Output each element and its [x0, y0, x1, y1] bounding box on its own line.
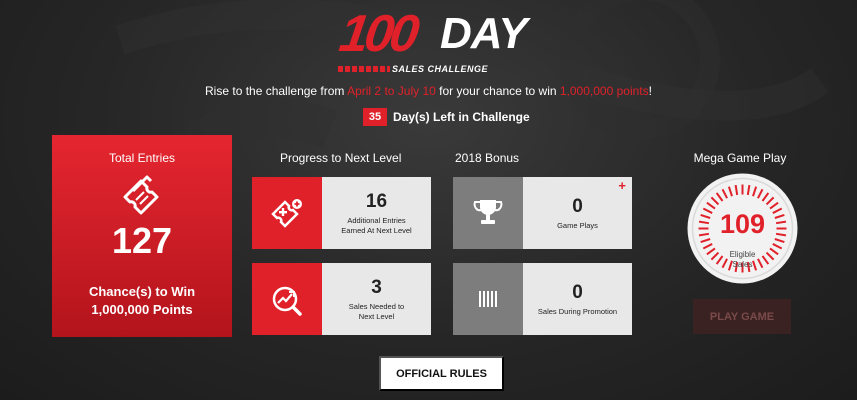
progress-heading: Progress to Next Level: [280, 151, 402, 165]
tagline-prize: 1,000,000 points: [559, 84, 649, 98]
sales-needed-label: Sales Needed to Next Level: [349, 302, 404, 322]
total-entries-title: Total Entries: [108, 151, 176, 165]
tagline-middle: for your chance to win: [435, 84, 560, 98]
barcode-icon-wrap: [453, 263, 523, 335]
eligible-sales-label-1: Eligible: [729, 250, 756, 259]
barcode-icon: [479, 291, 497, 307]
logo-subtitle: SALES CHALLENGE: [392, 64, 489, 74]
total-entries-line-2: 1,000,000 Points: [91, 302, 193, 317]
additional-entries-body: 16 Additional Entries Earned At Next Lev…: [322, 177, 431, 249]
ticket-plus-icon: [271, 199, 302, 228]
trend-search-icon-wrap: [252, 263, 322, 335]
play-game-button[interactable]: PLAY GAME: [693, 299, 791, 334]
trend-search-icon: [272, 286, 302, 316]
game-plays-value: 0: [572, 195, 583, 217]
tagline-before: Rise to the challenge from: [205, 84, 348, 98]
tagline: Rise to the challenge from April 2 to Ju…: [0, 84, 857, 98]
eligible-sales-label-2: Sales: [732, 260, 753, 269]
sales-during-promotion-value: 0: [572, 281, 583, 303]
tagline-after: !: [648, 84, 652, 98]
bonus-heading: 2018 Bonus: [455, 151, 520, 165]
total-entries-value: 127: [111, 220, 173, 261]
sales-needed-label-1: Sales Needed to: [348, 301, 405, 311]
sales-needed-label-2: Next Level: [358, 311, 395, 321]
total-entries-card: Total Entries 127 Chance(s) to Win 1,000…: [52, 135, 232, 337]
ticket-plus-icon-wrap: [252, 177, 322, 249]
eligible-sales-value: 109: [719, 209, 766, 239]
additional-entries-label-2: Earned At Next Level: [341, 225, 412, 235]
game-plays-label: Game Plays: [557, 220, 598, 230]
logo-stripes: [338, 66, 390, 72]
sales-needed-value: 3: [371, 276, 382, 298]
sales-needed-body: 3 Sales Needed to Next Level: [322, 263, 431, 335]
sales-during-promotion-body: 0 Sales During Promotion: [523, 263, 632, 335]
days-left-count: 35: [363, 108, 387, 126]
logo-number: 100: [335, 5, 419, 63]
mega-game-heading: Mega Game Play: [693, 151, 787, 165]
total-entries-line-1: Chance(s) to Win: [88, 284, 196, 299]
sales-needed-card: 3 Sales Needed to Next Level: [252, 263, 431, 335]
days-left: 35 Day(s) Left in Challenge: [363, 108, 530, 126]
game-plays-body: + 0 Game Plays: [523, 177, 632, 249]
logo-day: DAY: [440, 9, 528, 58]
additional-entries-label: Additional Entries Earned At Next Level: [341, 216, 411, 236]
tagline-dates: April 2 to July 10: [347, 84, 436, 98]
challenge-logo: 100 DAY SALES CHALLENGE: [330, 5, 550, 76]
trophy-icon: [473, 200, 503, 224]
ticket-icon: [123, 175, 159, 215]
total-entries-subtext: Chance(s) to Win 1,000,000 Points: [52, 283, 232, 319]
add-game-play-plus-icon[interactable]: +: [618, 178, 626, 193]
game-plays-card: + 0 Game Plays: [453, 177, 632, 249]
days-left-label: Day(s) Left in Challenge: [393, 110, 530, 124]
additional-entries-label-1: Additional Entries: [347, 215, 406, 225]
sales-during-promotion-card: 0 Sales During Promotion: [453, 263, 632, 335]
sales-during-promotion-label: Sales During Promotion: [537, 306, 618, 316]
official-rules-button[interactable]: OFFICIAL RULES: [379, 356, 504, 391]
additional-entries-card: 16 Additional Entries Earned At Next Lev…: [252, 177, 431, 249]
trophy-icon-wrap: [453, 177, 523, 249]
additional-entries-value: 16: [365, 190, 388, 212]
eligible-sales-label: Eligible Sales: [686, 250, 799, 270]
